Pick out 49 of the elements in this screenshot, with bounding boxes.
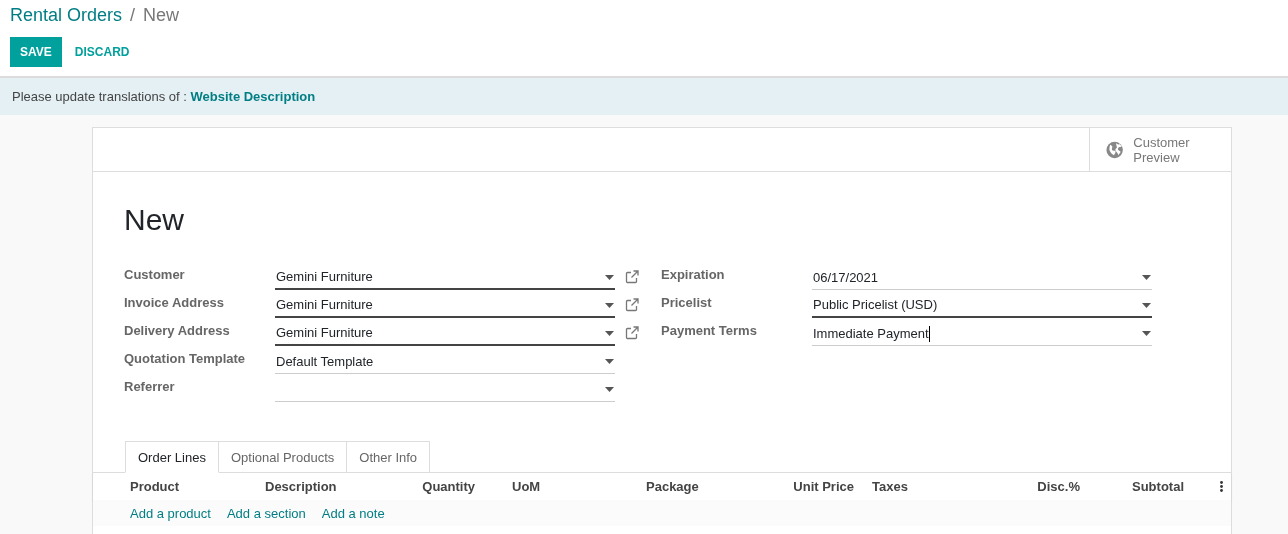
add-line-link[interactable]: Add a note <box>321 505 385 521</box>
field-label: Expiration <box>661 266 726 282</box>
column-header[interactable]: Product <box>130 479 180 494</box>
dropdown-field[interactable]: 06/17/2021 <box>812 266 1152 290</box>
dropdown-field[interactable]: Gemini Furniture <box>275 266 615 290</box>
field-label: Invoice Address <box>124 294 225 310</box>
column-header[interactable]: Package <box>646 479 699 494</box>
external-link-icon[interactable] <box>625 326 639 340</box>
record-title: New <box>124 202 185 238</box>
field-label: Payment Terms <box>661 322 758 338</box>
column-header[interactable]: Description <box>265 479 337 494</box>
add-line-link[interactable]: Add a product <box>130 505 211 521</box>
external-link-icon[interactable] <box>625 270 639 284</box>
notebook-tab[interactable]: Optional Products <box>218 441 348 473</box>
column-header[interactable]: Taxes <box>872 479 908 494</box>
notebook-tab[interactable]: Order Lines <box>125 441 219 473</box>
field-label: Referrer <box>124 378 176 394</box>
breadcrumb-separator: / <box>130 4 136 26</box>
breadcrumb-current: New <box>143 4 180 26</box>
dropdown-field[interactable]: Public Pricelist (USD) <box>812 294 1152 318</box>
dropdown-field[interactable]: Default Template <box>275 350 615 374</box>
column-header[interactable]: UoM <box>512 479 541 494</box>
field-label: Quotation Template <box>124 350 247 366</box>
column-header[interactable]: Subtotal <box>1132 479 1184 494</box>
translation-link[interactable]: Website Description <box>190 89 316 104</box>
field-label: Customer <box>124 266 186 282</box>
column-options-icon[interactable] <box>1220 481 1223 492</box>
dropdown-caret-icon[interactable] <box>1142 331 1151 336</box>
notebook-tab[interactable]: Other Info <box>347 441 431 473</box>
external-link-icon[interactable] <box>625 298 639 312</box>
dropdown-caret-icon[interactable] <box>605 302 614 308</box>
dropdown-caret-icon[interactable] <box>1142 275 1151 280</box>
dropdown-caret-icon[interactable] <box>605 330 614 336</box>
dropdown-field[interactable]: Gemini Furniture <box>275 294 615 318</box>
column-header[interactable]: Unit Price <box>793 479 854 494</box>
dropdown-field[interactable]: Immediate Payment <box>812 322 1152 346</box>
field-label: Delivery Address <box>124 322 231 338</box>
field-label: Pricelist <box>661 294 713 310</box>
globe-icon <box>1106 139 1124 160</box>
dropdown-caret-icon[interactable] <box>605 359 614 364</box>
dropdown-caret-icon[interactable] <box>605 274 614 280</box>
add-line-link[interactable]: Add a section <box>226 505 306 521</box>
dropdown-field[interactable]: Gemini Furniture <box>275 322 615 346</box>
breadcrumb-link[interactable]: Rental Orders <box>10 4 123 26</box>
column-header[interactable]: Quantity <box>422 479 475 494</box>
translation-notice: Please update translations of : Website Description <box>12 89 316 104</box>
dropdown-caret-icon[interactable] <box>1142 302 1151 308</box>
column-header[interactable]: Disc.% <box>1037 479 1080 494</box>
dropdown-caret-icon[interactable] <box>605 387 614 392</box>
